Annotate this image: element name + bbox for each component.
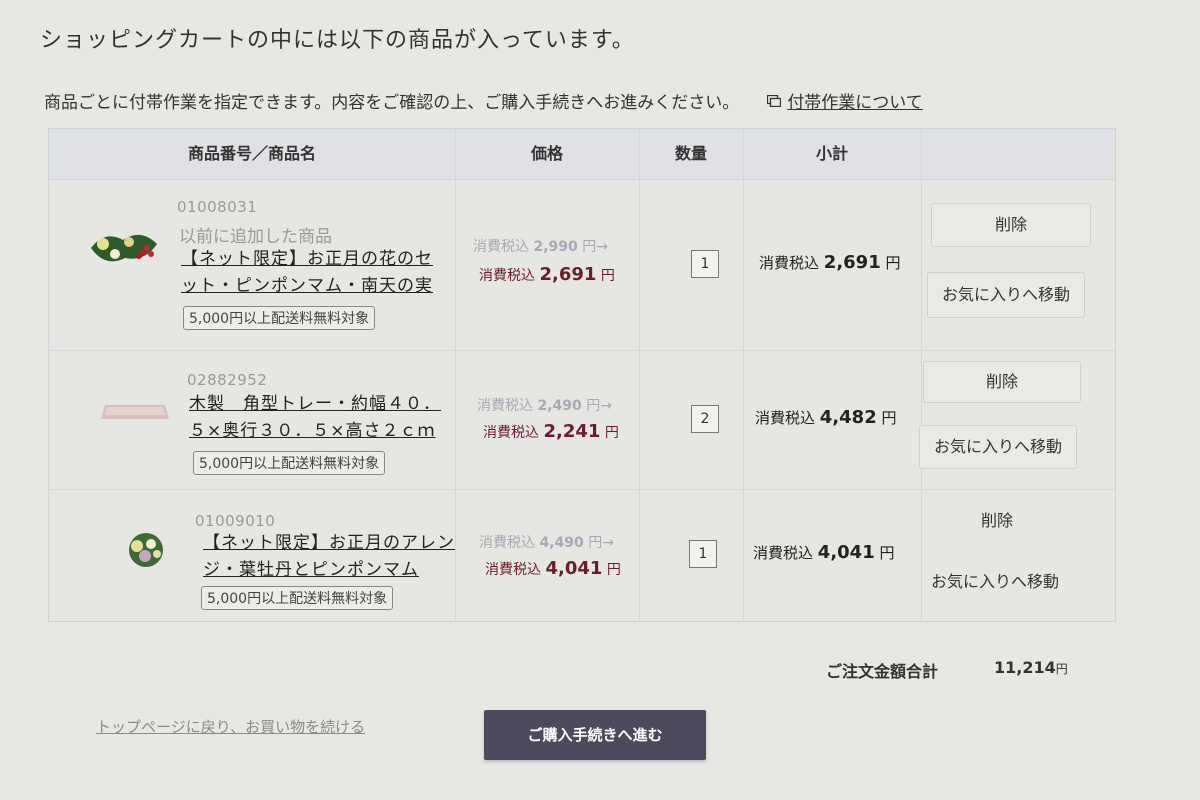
sale-price: 消費税込 4,041 円: [485, 558, 621, 579]
price-label: 消費税込: [477, 398, 533, 414]
original-price: 消費税込 4,490 円→: [479, 532, 614, 552]
help-link-label: 付帯作業について: [787, 93, 923, 113]
checkout-button[interactable]: ご購入手続きへ進む: [484, 710, 706, 760]
row-subtotal: 消費税込 2,691 円: [759, 252, 901, 273]
price-suffix: 円: [606, 562, 621, 578]
order-total-suffix: 円: [1055, 662, 1068, 676]
previously-added-note: 以前に追加した商品: [179, 227, 332, 247]
delete-button[interactable]: 削除: [923, 361, 1081, 403]
price-label: 消費税込: [479, 268, 535, 284]
subtotal-suffix: 円: [881, 409, 897, 427]
free-shipping-badge: 5,000円以上配送料無料対象: [193, 451, 386, 475]
sale-price-value: 2,691: [539, 264, 597, 285]
price-suffix: 円→: [582, 239, 608, 255]
header-subtotal: 小計: [815, 144, 848, 163]
subtotal-label: 消費税込: [753, 544, 814, 562]
original-price: 消費税込 2,490 円→: [477, 395, 612, 415]
sale-price: 消費税込 2,691 円: [479, 264, 615, 285]
item-name-line: ット・ピンポンマム・南天の実: [181, 276, 433, 296]
header-price: 価格: [530, 144, 563, 163]
help-link[interactable]: 付帯作業について: [767, 88, 923, 113]
continue-shopping-link[interactable]: トップページに戻り、お買い物を続ける: [96, 716, 365, 737]
delete-button[interactable]: 削除: [931, 203, 1091, 247]
table-header: 商品番号／商品名 価格 数量 小計: [49, 129, 1115, 180]
original-price-value: 2,490: [537, 398, 582, 414]
order-total-label: ご注文金額合計: [826, 662, 939, 681]
header-product: 商品番号／商品名: [187, 144, 316, 163]
quantity-input[interactable]: 1: [689, 540, 717, 568]
move-to-favorites-button[interactable]: お気に入りへ移動: [919, 425, 1077, 469]
price-label: 消費税込: [485, 562, 541, 578]
free-shipping-badge: 5,000円以上配送料無料対象: [201, 586, 394, 610]
row-subtotal: 消費税込 4,041 円: [753, 542, 895, 563]
table-row: 02882952 木製 角型トレー・約幅４０． ５×奥行３０．５×高さ２ｃｍ 5…: [49, 351, 1115, 490]
item-code: 01009010: [195, 512, 276, 530]
move-to-favorites-button[interactable]: お気に入りへ移動: [915, 566, 1075, 596]
subtotal-value: 4,482: [819, 407, 877, 428]
product-thumbnail[interactable]: [99, 397, 171, 425]
quantity-input[interactable]: 1: [691, 250, 719, 278]
item-name-line: ジ・葉牡丹とピンポンマム: [203, 560, 419, 580]
subtotal-value: 2,691: [823, 252, 881, 273]
cart-table: 商品番号／商品名 価格 数量 小計 01008031 以前に追加した商品 【ネッ…: [48, 128, 1116, 622]
price-label: 消費税込: [473, 239, 529, 255]
sale-price: 消費税込 2,241 円: [483, 421, 619, 442]
subtotal-value: 4,041: [817, 542, 875, 563]
table-row: 01008031 以前に追加した商品 【ネット限定】お正月の花のセ ット・ピンポ…: [49, 180, 1115, 351]
item-name-line: 【ネット限定】お正月のアレン: [203, 533, 455, 553]
price-suffix: 円: [600, 268, 615, 284]
item-code: 02882952: [187, 371, 268, 389]
price-suffix: 円: [604, 425, 619, 441]
header-quantity: 数量: [674, 144, 707, 163]
page-title: ショッピングカートの中には以下の商品が入っています。: [40, 28, 635, 53]
original-price-value: 4,490: [539, 535, 584, 551]
intro-text: 商品ごとに付帯作業を指定できます。内容をご確認の上、ご購入手続きへお進みください…: [44, 93, 740, 113]
price-label: 消費税込: [479, 535, 535, 551]
price-suffix: 円→: [586, 398, 612, 414]
subtotal-label: 消費税込: [759, 254, 820, 272]
product-thumbnail[interactable]: [117, 526, 175, 572]
sale-price-value: 2,241: [543, 421, 601, 442]
price-suffix: 円→: [588, 535, 614, 551]
row-subtotal: 消費税込 4,482 円: [755, 407, 897, 428]
item-name-link[interactable]: 【ネット限定】お正月の花のセ ット・ピンポンマム・南天の実: [181, 246, 433, 300]
move-to-favorites-button[interactable]: お気に入りへ移動: [927, 272, 1085, 318]
item-name-line: 木製 角型トレー・約幅４０．: [189, 394, 441, 414]
free-shipping-badge: 5,000円以上配送料無料対象: [183, 306, 376, 330]
item-name-link[interactable]: 【ネット限定】お正月のアレン ジ・葉牡丹とピンポンマム: [203, 530, 455, 584]
item-name-link[interactable]: 木製 角型トレー・約幅４０． ５×奥行３０．５×高さ２ｃｍ: [189, 391, 441, 445]
subtotal-label: 消費税込: [755, 409, 816, 427]
delete-button[interactable]: 削除: [927, 506, 1067, 534]
window-icon: [767, 94, 782, 107]
item-name-line: ５×奥行３０．５×高さ２ｃｍ: [189, 421, 436, 441]
original-price-value: 2,990: [533, 239, 578, 255]
table-row: 01009010 【ネット限定】お正月のアレン ジ・葉牡丹とピンポンマム 5,0…: [49, 490, 1115, 620]
order-total-value: 11,214円: [994, 658, 1068, 677]
quantity-input[interactable]: 2: [691, 405, 719, 433]
intro-text-row: 商品ごとに付帯作業を指定できます。内容をご確認の上、ご購入手続きへお進みください…: [44, 88, 923, 113]
subtotal-suffix: 円: [885, 254, 901, 272]
subtotal-suffix: 円: [879, 544, 895, 562]
sale-price-value: 4,041: [545, 558, 603, 579]
price-label: 消費税込: [483, 425, 539, 441]
product-thumbnail[interactable]: [85, 218, 161, 274]
order-total-amount: 11,214: [994, 658, 1056, 677]
item-code: 01008031: [177, 198, 258, 216]
original-price: 消費税込 2,990 円→: [473, 236, 608, 256]
item-name-line: 【ネット限定】お正月の花のセ: [181, 249, 433, 269]
